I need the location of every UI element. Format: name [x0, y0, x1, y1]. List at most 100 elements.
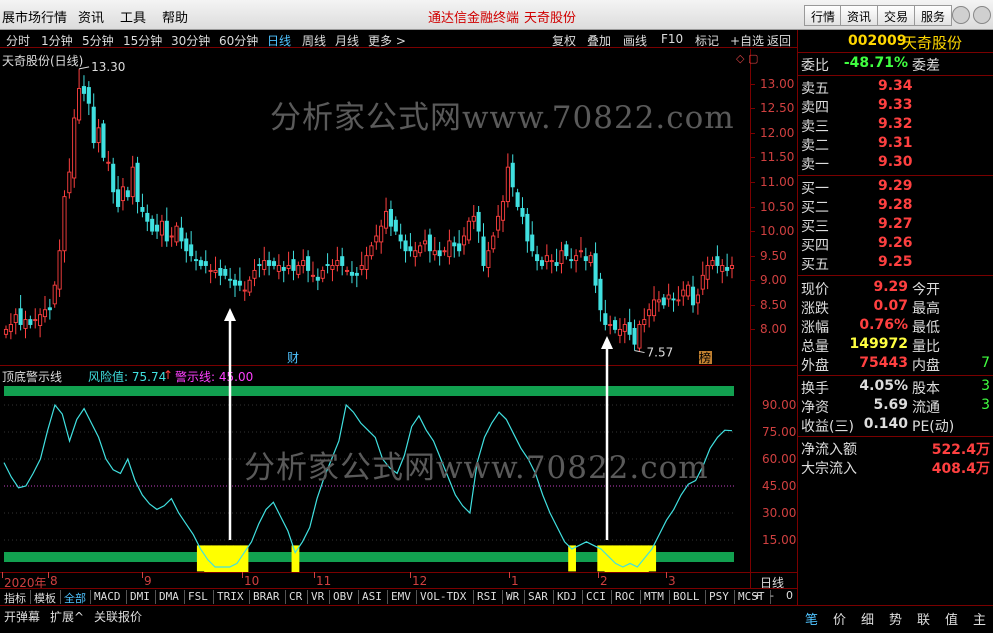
candle-body: [174, 225, 179, 243]
watermark-bottom: 分析家公式网www.70822.com: [244, 450, 709, 486]
candle-body: [564, 244, 569, 257]
stat-label: 现价: [801, 282, 829, 298]
candle-body: [725, 267, 730, 271]
indicator-tab[interactable]: 全部: [64, 590, 86, 606]
indicator-tab[interactable]: RSI: [477, 590, 497, 603]
menu-info[interactable]: 资讯: [78, 7, 104, 26]
indicator-tab[interactable]: FSL: [188, 590, 208, 603]
indicator-tab[interactable]: EMV: [391, 590, 411, 603]
period-15min[interactable]: 15分钟: [123, 32, 162, 49]
maximize-icon[interactable]: [973, 6, 991, 24]
indicator-tab[interactable]: ROC: [615, 590, 635, 603]
divider: [798, 436, 993, 437]
candle-body: [135, 162, 140, 203]
danmaku-toggle[interactable]: 开弹幕: [4, 608, 40, 625]
indicator-tab[interactable]: SAR: [528, 590, 548, 603]
tab-separator: [307, 590, 308, 604]
candle-body: [150, 218, 155, 232]
detail-tab[interactable]: 主: [973, 609, 986, 628]
detail-tab[interactable]: 价: [833, 609, 846, 628]
period-monthly[interactable]: 月线: [335, 32, 359, 49]
indicator-tab[interactable]: OBV: [333, 590, 353, 603]
menu-tools[interactable]: 工具: [120, 7, 146, 26]
detail-tab[interactable]: 细: [861, 609, 874, 628]
detail-tab[interactable]: 笔: [805, 609, 818, 628]
indicator-tab[interactable]: TRIX: [217, 590, 244, 603]
quote-panel: 002009 天奇股份 委比 -48.71% 委差 卖五 9.34 卖四 9.33 卖三…: [797, 30, 993, 605]
trade-button[interactable]: 交易: [877, 5, 916, 26]
menu-market[interactable]: 展市场行情: [2, 7, 67, 26]
indicator-tab[interactable]: DMA: [159, 590, 179, 603]
indicator-tab[interactable]: 指标: [4, 590, 26, 606]
candle-body: [583, 256, 588, 262]
indicator-tick: 45.00: [762, 479, 797, 493]
indicator-tab[interactable]: DMI: [130, 590, 150, 603]
candle-body: [208, 269, 213, 272]
price-tick: 13.00: [760, 76, 795, 91]
period-30min[interactable]: 30分钟: [171, 32, 210, 49]
period-toolbar: 分时 1分钟 5分钟 15分钟 30分钟 60分钟 日线 周线 月线 更多 > …: [0, 30, 797, 48]
quote-button[interactable]: 行情: [804, 5, 843, 26]
price-tick: 8.50: [760, 297, 787, 312]
indicator-tab[interactable]: BRAR: [253, 590, 280, 603]
indicator-tab[interactable]: CCI: [586, 590, 606, 603]
back-button[interactable]: 返回: [767, 32, 791, 49]
candle-body: [720, 265, 725, 272]
candle-body: [306, 256, 311, 271]
menu-bar: 展市场行情 资讯 工具 帮助 通达信金融终端 天奇股份 行情 资讯 交易 服务: [0, 0, 993, 30]
period-60min[interactable]: 60分钟: [219, 32, 258, 49]
stock-name: 天奇股份: [902, 34, 963, 52]
indicator-tab[interactable]: WR: [506, 590, 519, 603]
period-more[interactable]: 更多 >: [368, 32, 406, 49]
period-1min[interactable]: 1分钟: [41, 32, 73, 49]
indicator-tab[interactable]: VOL-TDX: [420, 590, 466, 603]
candle-body: [549, 260, 554, 263]
tab-separator: [524, 590, 525, 604]
info-button[interactable]: 资讯: [840, 5, 879, 26]
stat-label-2: 最高: [912, 301, 940, 317]
detail-tab[interactable]: 值: [945, 609, 958, 628]
indicator-tab[interactable]: VR: [311, 590, 324, 603]
period-daily[interactable]: 日线: [267, 32, 291, 49]
zoom-out-button[interactable]: -: [770, 589, 774, 602]
zoom-reset-button[interactable]: 0: [786, 589, 793, 602]
f10-button[interactable]: F10: [661, 32, 683, 46]
mark-button[interactable]: 标记: [695, 32, 719, 49]
related-quotes-button[interactable]: 关联报价: [94, 608, 142, 625]
stat-row: 外盘 75443 内盘 7: [798, 355, 993, 374]
indicator-tab[interactable]: 模板: [34, 590, 56, 606]
menu-help[interactable]: 帮助: [162, 7, 188, 26]
detail-tab[interactable]: 势: [889, 609, 902, 628]
draw-line-button[interactable]: 画线: [623, 32, 647, 49]
expand-button[interactable]: 扩展^: [50, 608, 84, 625]
indicator-tab[interactable]: KDJ: [557, 590, 577, 603]
service-button[interactable]: 服务: [914, 5, 953, 26]
adjust-button[interactable]: 复权: [552, 32, 576, 49]
period-weekly[interactable]: 周线: [302, 32, 326, 49]
candle-body: [203, 261, 208, 266]
stock-title: 天奇股份: [524, 11, 577, 26]
candle-body: [340, 256, 345, 266]
stat-label: 总量: [801, 339, 829, 355]
indicator-tab[interactable]: ASI: [362, 590, 382, 603]
flow-label: 大宗流入: [801, 461, 857, 477]
stat-row: 换手 4.05% 股本 3: [798, 378, 993, 397]
bottom-fill: [291, 545, 300, 572]
detail-tab[interactable]: 联: [917, 609, 930, 628]
indicator-tab[interactable]: CR: [289, 590, 302, 603]
tab-separator: [705, 590, 706, 604]
indicator-tab[interactable]: BOLL: [673, 590, 700, 603]
overlay-button[interactable]: 叠加: [587, 32, 611, 49]
tab-separator: [582, 590, 583, 604]
ask-price: 9.34: [878, 78, 913, 94]
indicator-tab[interactable]: PSY: [709, 590, 729, 603]
zoom-in-button[interactable]: +: [753, 589, 762, 602]
period-5min[interactable]: 5分钟: [82, 32, 114, 49]
indicator-tab[interactable]: MTM: [644, 590, 664, 603]
candle-body: [42, 309, 48, 318]
price-tick-mark: [750, 132, 755, 134]
period-tick[interactable]: 分时: [6, 32, 30, 49]
indicator-tab[interactable]: MACD: [94, 590, 121, 603]
minimize-icon[interactable]: [952, 6, 970, 24]
add-watchlist-button[interactable]: +自选: [730, 32, 764, 49]
